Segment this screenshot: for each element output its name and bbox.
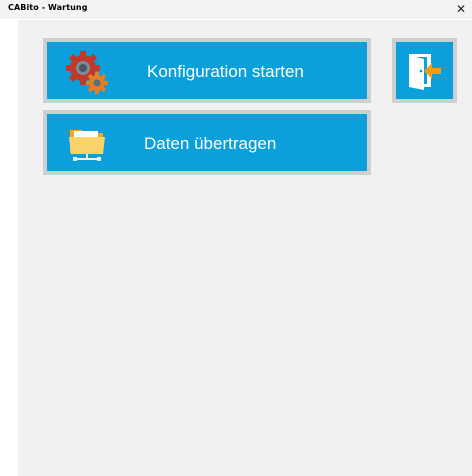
close-button[interactable]: ✕ — [454, 1, 468, 17]
transfer-data-button[interactable]: Daten übertragen — [43, 110, 371, 175]
transfer-data-label: Daten übertragen — [144, 134, 277, 153]
start-configuration-label: Konfiguration starten — [147, 62, 304, 81]
window-title: CABito - Wartung — [8, 3, 88, 12]
title-bar: CABito - Wartung ✕ — [0, 0, 472, 19]
network-folder-icon — [65, 122, 109, 166]
gears-icon — [65, 50, 109, 94]
start-configuration-button[interactable]: Konfiguration starten — [43, 38, 371, 103]
exit-door-icon — [409, 54, 441, 90]
app-window: CABito - Wartung ✕ Konfiguration starten… — [0, 0, 472, 476]
exit-button[interactable] — [392, 38, 457, 103]
